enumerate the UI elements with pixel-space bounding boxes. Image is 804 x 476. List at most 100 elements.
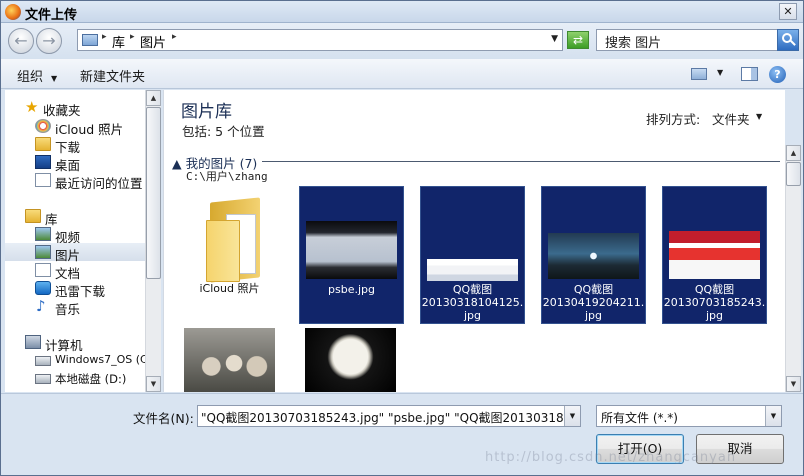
breadcrumb-chevron-icon[interactable]: ▸ xyxy=(172,32,177,42)
image-thumbnail xyxy=(669,231,760,279)
folder-icon xyxy=(206,197,262,283)
image-thumbnail xyxy=(305,328,396,392)
refresh-button[interactable]: ⇄ xyxy=(567,31,589,49)
nav-recent-places[interactable]: 最近访问的位置 xyxy=(5,171,147,191)
nav-desktop[interactable]: 桌面 xyxy=(5,153,147,173)
file-tile[interactable]: iCloud 照片 xyxy=(178,186,283,324)
nav-item-label: 本地磁盘 (D:) xyxy=(55,372,127,386)
filetype-value: 所有文件 (*.*) xyxy=(601,411,678,425)
sort-dropdown[interactable]: 文件夹 xyxy=(712,109,750,128)
preview-pane-icon[interactable] xyxy=(741,67,758,81)
file-tile[interactable]: QQ截图 20130318104125. jpg xyxy=(420,186,525,324)
music-icon: ♪ xyxy=(36,297,46,315)
file-tile[interactable] xyxy=(178,326,283,392)
scroll-up-icon[interactable]: ▲ xyxy=(146,90,161,106)
nav-icloud-photos[interactable]: iCloud 照片 xyxy=(5,117,147,137)
local-disk-icon xyxy=(35,374,51,384)
filetype-select[interactable]: 所有文件 (*.*) ▼ xyxy=(596,405,782,427)
filename-value[interactable]: "QQ截图20130703185243.jpg" "psbe.jpg" "QQ截… xyxy=(201,409,579,426)
file-tile[interactable]: QQ截图 20130703185243. jpg xyxy=(662,186,767,324)
nav-item-label: Windows7_OS (C: xyxy=(55,353,152,366)
dialog-footer: 文件名(N): "QQ截图20130703185243.jpg" "psbe.j… xyxy=(1,393,803,475)
file-upload-dialog: 文件上传 ✕ ← → ▸ 库 ▸ 图片 ▸ ▼ ⇄ 搜索 图片 组织 ▼ 新建文件… xyxy=(0,0,804,476)
image-thumbnail xyxy=(427,259,518,281)
library-icon xyxy=(82,34,98,46)
videos-icon xyxy=(35,227,51,241)
group-path: C:\用户\zhang xyxy=(186,170,268,183)
search-icon[interactable] xyxy=(777,29,799,51)
nav-item-label: 音乐 xyxy=(55,302,81,317)
command-toolbar: 组织 ▼ 新建文件夹 ▼ ? xyxy=(1,59,803,89)
nav-documents[interactable]: 文档 xyxy=(5,261,147,281)
star-icon: ★ xyxy=(25,98,39,116)
documents-icon xyxy=(35,263,51,277)
library-title: 图片库 xyxy=(181,102,232,122)
scroll-thumb[interactable] xyxy=(146,107,161,279)
window-title: 文件上传 xyxy=(25,8,78,23)
search-box[interactable]: 搜索 图片 xyxy=(596,29,799,51)
filetype-dropdown-icon[interactable]: ▼ xyxy=(765,406,781,426)
filename-dropdown-icon[interactable]: ▼ xyxy=(564,406,580,426)
desktop-icon xyxy=(35,155,51,169)
forward-button[interactable]: → xyxy=(36,28,62,54)
breadcrumb-pictures[interactable]: 图片 xyxy=(140,32,166,51)
image-thumbnail xyxy=(184,328,275,392)
scroll-down-icon[interactable]: ▼ xyxy=(146,376,161,392)
file-list-scrollbar[interactable]: ▲ ▼ xyxy=(785,145,801,392)
file-name: psbe.jpg xyxy=(328,283,375,296)
breadcrumb-library[interactable]: 库 xyxy=(112,32,125,51)
thunder-download-icon xyxy=(35,281,51,295)
nav-downloads[interactable]: 下载 xyxy=(5,135,147,155)
group-divider xyxy=(262,161,780,162)
nav-computer[interactable]: 计算机 xyxy=(5,333,147,353)
nav-drive-d[interactable]: 本地磁盘 (D:) xyxy=(5,369,147,387)
image-thumbnail xyxy=(306,221,397,279)
library-folder-icon xyxy=(25,209,41,223)
new-folder-button[interactable]: 新建文件夹 xyxy=(80,66,145,85)
computer-icon xyxy=(25,335,41,349)
help-icon[interactable]: ? xyxy=(769,66,786,83)
library-locations[interactable]: 包括: 5 个位置 xyxy=(182,121,265,140)
nav-music[interactable]: ♪ 音乐 xyxy=(5,297,147,318)
search-input[interactable]: 搜索 图片 xyxy=(605,32,661,51)
scroll-up-icon[interactable]: ▲ xyxy=(786,145,801,161)
dropdown-arrow-icon: ▼ xyxy=(51,74,58,83)
image-thumbnail xyxy=(548,233,639,279)
nav-libraries[interactable]: 库 xyxy=(5,207,147,227)
icloud-photos-icon xyxy=(35,119,51,133)
breadcrumb-chevron-icon[interactable]: ▸ xyxy=(130,32,135,42)
breadcrumb-chevron-icon[interactable]: ▸ xyxy=(102,32,107,42)
file-tile[interactable]: psbe.jpg xyxy=(299,186,404,324)
back-button[interactable]: ← xyxy=(8,28,34,54)
navigation-pane: ★ 收藏夹 iCloud 照片 下载 桌面 最近访问的位置 库 视频 图片 文档… xyxy=(5,90,161,392)
nav-pictures[interactable]: 图片 xyxy=(5,243,147,263)
nav-drive-c[interactable]: Windows7_OS (C: xyxy=(5,351,151,369)
recent-places-icon xyxy=(35,173,51,187)
file-name: QQ截图 20130703185243. jpg xyxy=(663,283,766,322)
organize-button[interactable]: 组织 ▼ xyxy=(17,66,57,85)
nav-videos[interactable]: 视频 xyxy=(5,225,147,245)
file-tile[interactable]: QQ截图 20130419204211. jpg xyxy=(541,186,646,324)
file-name: QQ截图 20130419204211. jpg xyxy=(542,283,645,322)
address-dropdown-icon[interactable]: ▼ xyxy=(551,34,558,44)
firefox-icon xyxy=(5,4,21,20)
filename-field[interactable]: "QQ截图20130703185243.jpg" "psbe.jpg" "QQ截… xyxy=(197,405,581,427)
nav-favorites[interactable]: ★ 收藏夹 xyxy=(5,98,147,119)
collapse-arrow-icon[interactable]: ▲ xyxy=(172,156,186,171)
address-bar-row: ← → ▸ 库 ▸ 图片 ▸ ▼ ⇄ 搜索 图片 xyxy=(1,23,803,59)
file-list-pane: 图片库 包括: 5 个位置 排列方式: 文件夹 ▼ ▲ 我的图片 (7) C:\… xyxy=(163,90,785,392)
file-name: QQ截图 20130318104125. jpg xyxy=(421,283,524,322)
file-tile[interactable] xyxy=(299,326,404,392)
scroll-down-icon[interactable]: ▼ xyxy=(786,376,801,392)
sort-dropdown-icon[interactable]: ▼ xyxy=(756,112,762,121)
address-bar[interactable]: ▸ 库 ▸ 图片 ▸ ▼ xyxy=(77,29,563,51)
title-bar: 文件上传 ✕ xyxy=(1,1,803,23)
change-view-icon[interactable] xyxy=(691,68,707,80)
scroll-thumb[interactable] xyxy=(786,162,801,186)
nav-thunder-downloads[interactable]: 迅雷下载 xyxy=(5,279,147,299)
system-drive-icon xyxy=(35,356,51,366)
view-dropdown-icon[interactable]: ▼ xyxy=(717,68,723,77)
nav-pane-scrollbar[interactable]: ▲ ▼ xyxy=(145,90,161,392)
close-button[interactable]: ✕ xyxy=(779,3,797,20)
watermark: http://blog.csdn.net/zhangcanyan xyxy=(485,450,737,465)
